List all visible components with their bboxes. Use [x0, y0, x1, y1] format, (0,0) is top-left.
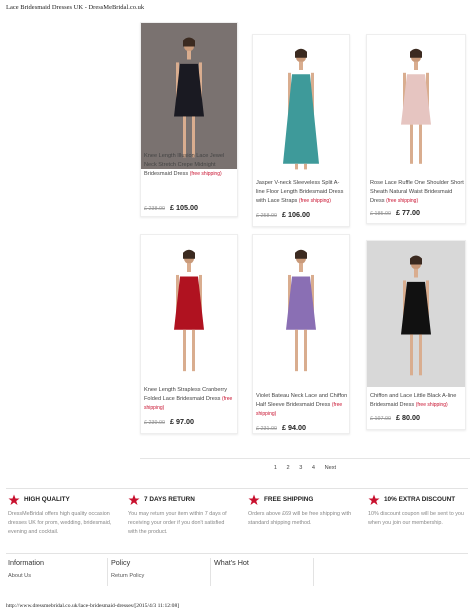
page-link-next[interactable]: Next [325, 465, 337, 471]
star-icon [128, 494, 140, 505]
footer-col-policy: Policy Return Policy [111, 558, 211, 586]
product-card[interactable]: Knee Length Strapless Cranberry Folded L… [140, 234, 238, 434]
product-card[interactable]: Jasper V-neck Sleeveless Split A-line Fl… [252, 34, 350, 227]
feature-title: HIGH QUALITY [24, 496, 70, 503]
pagination: 1 2 3 4 Next [140, 465, 470, 471]
product-name-link[interactable]: Jasper V-neck Sleeveless Split A-line Fl… [256, 179, 348, 205]
sale-price: £ 97.00 [169, 417, 194, 426]
print-page-footer: http://www.dressmebridal.co.uk/lace-brid… [6, 603, 180, 609]
footer-col-whats-hot: What's Hot [214, 558, 314, 586]
page-link-4[interactable]: 4 [312, 465, 315, 471]
product-card[interactable]: Chiffon and Lace Little Black A-line Bri… [366, 240, 466, 430]
page-link-1[interactable]: 1 [274, 465, 277, 471]
sale-price: £ 80.00 [395, 413, 420, 422]
features-bottom-divider [6, 553, 468, 554]
page-link-3[interactable]: 3 [299, 465, 302, 471]
product-name-link[interactable]: Rose Lace Ruffle One Shoulder Short Shea… [370, 179, 464, 205]
product-prices: £ 239.00 £ 97.00 [144, 417, 194, 426]
old-price: £ 239.00 [144, 420, 165, 426]
product-name-link[interactable]: Knee Length Illusion Lace Jewel Neck Str… [144, 152, 236, 178]
feature-title: 7 DAYS RETURN [144, 496, 195, 503]
product-name-link[interactable]: Chiffon and Lace Little Black A-line Bri… [370, 392, 464, 410]
product-image[interactable] [253, 235, 349, 388]
feature-title: 10% EXTRA DISCOUNT [384, 496, 456, 503]
product-prices: £ 258.00 £ 106.00 [256, 210, 310, 219]
product-prices: £ 238.00 £ 105.00 [144, 203, 198, 212]
free-shipping-label: (free shipping) [386, 197, 419, 204]
free-shipping-label: (free shipping) [415, 401, 448, 408]
footer-heading-whats-hot: What's Hot [214, 558, 249, 567]
product-image[interactable] [367, 241, 465, 392]
product-card[interactable]: Violet Bateau Neck Lace and Chiffon Half… [252, 234, 350, 434]
feature-description: DressMeBridal offers high quality occasi… [8, 511, 112, 535]
feature-description: You may return your item within 7 days o… [128, 511, 227, 535]
sale-price: £ 105.00 [169, 203, 198, 212]
product-image[interactable] [141, 235, 237, 388]
page-link-2[interactable]: 2 [287, 465, 290, 471]
footer-heading-information: Information [8, 558, 44, 567]
feature-title: FREE SHIPPING [264, 496, 314, 503]
feature-description: 10% discount coupon will be sent to you … [368, 511, 464, 526]
sale-price: £ 106.00 [281, 210, 310, 219]
feature-description: Orders above £69 will be free shipping w… [248, 511, 352, 526]
old-price: £ 231.00 [256, 426, 277, 432]
product-name-link[interactable]: Violet Bateau Neck Lace and Chiffon Half… [256, 392, 348, 418]
product-image[interactable] [253, 35, 349, 180]
print-page-title: Lace Bridesmaid Dresses UK - DressMeBrid… [6, 4, 145, 11]
star-icon [368, 494, 380, 505]
product-name[interactable]: Knee Length Strapless Cranberry Folded L… [144, 387, 227, 402]
footer-link-return-policy[interactable]: Return Policy [111, 573, 210, 579]
sale-price: £ 77.00 [395, 208, 420, 217]
pagination-divider [140, 458, 470, 459]
product-prices: £ 197.00 £ 80.00 [370, 413, 420, 422]
footer-link-about-us[interactable]: About Us [8, 573, 107, 579]
star-icon [248, 494, 260, 505]
old-price: £ 258.00 [256, 213, 277, 219]
footer-col-information: Information About Us [8, 558, 108, 586]
old-price: £ 238.00 [144, 206, 165, 212]
product-card[interactable]: Knee Length Illusion Lace Jewel Neck Str… [140, 22, 238, 217]
old-price: £ 185.00 [370, 211, 391, 217]
product-prices: £ 231.00 £ 94.00 [256, 423, 306, 432]
product-card[interactable]: Rose Lace Ruffle One Shoulder Short Shea… [366, 34, 466, 224]
sale-price: £ 94.00 [281, 423, 306, 432]
product-image[interactable] [367, 35, 465, 180]
old-price: £ 197.00 [370, 416, 391, 422]
footer-heading-policy: Policy [111, 558, 131, 567]
free-shipping-label: (free shipping) [189, 170, 222, 177]
product-name-link[interactable]: Knee Length Strapless Cranberry Folded L… [144, 386, 236, 412]
features-top-divider [6, 488, 468, 489]
free-shipping-label: (free shipping) [298, 197, 331, 204]
product-prices: £ 185.00 £ 77.00 [370, 208, 420, 217]
star-icon [8, 494, 20, 505]
